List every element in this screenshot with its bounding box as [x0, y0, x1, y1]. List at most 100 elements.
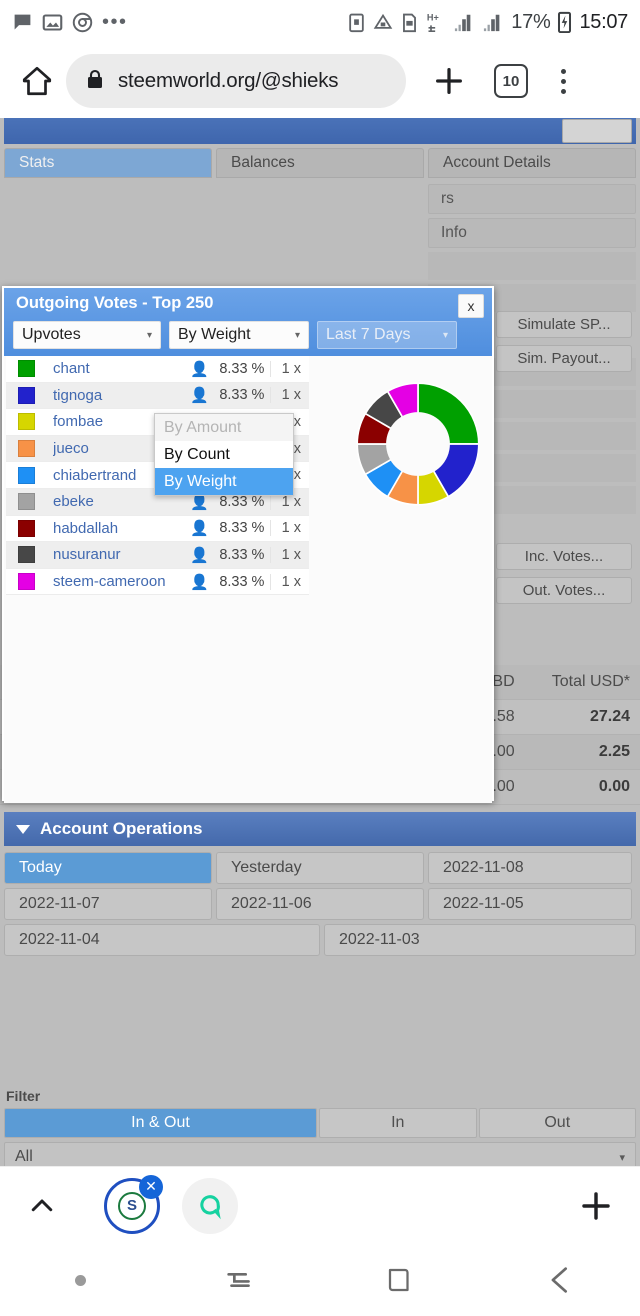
- image-icon: [42, 12, 63, 33]
- tab-balances[interactable]: Balances: [216, 148, 424, 178]
- row-total-usd: 0.00: [524, 769, 640, 805]
- list-item[interactable]: steem-cameroon 👤 8.33 % 1 x: [6, 568, 309, 596]
- dialog-filter-row: Upvotes ▾ By Weight ▾ Last 7 Days ▾: [13, 321, 457, 349]
- segment-label: In & Out: [131, 1114, 190, 1131]
- person-icon: 👤: [190, 546, 210, 564]
- out-votes-button[interactable]: Out. Votes...: [496, 577, 632, 604]
- tab-account-details[interactable]: Account Details: [428, 148, 636, 178]
- person-icon: 👤: [190, 360, 210, 378]
- new-tab-plus-icon[interactable]: [428, 60, 470, 102]
- tab-counter-button[interactable]: 10: [494, 64, 528, 98]
- date-chip-2022-11-05[interactable]: 2022-11-05: [428, 888, 632, 920]
- sort-mode-select[interactable]: By Weight ▾: [169, 321, 309, 349]
- browser-bottom-bar: S ✕: [0, 1166, 640, 1244]
- date-chip-label: 2022-11-05: [443, 895, 524, 912]
- voter-name[interactable]: tignoga: [53, 387, 188, 404]
- sort-mode-value: By Weight: [178, 326, 251, 343]
- url-text: steemworld.org/@shieks: [118, 69, 339, 92]
- date-chip-yesterday[interactable]: Yesterday: [216, 852, 424, 884]
- date-chip-2022-11-07[interactable]: 2022-11-07: [4, 888, 212, 920]
- date-chip-2022-11-03[interactable]: 2022-11-03: [324, 924, 636, 956]
- date-chip-label: Today: [19, 859, 62, 876]
- list-item[interactable]: chant 👤 8.33 % 1 x: [6, 356, 309, 383]
- inc-votes-button[interactable]: Inc. Votes...: [496, 543, 632, 570]
- overflow-dots-icon: •••: [102, 11, 128, 33]
- side-stripe: [428, 252, 636, 280]
- chevron-up-icon[interactable]: [22, 1191, 62, 1221]
- dialog-title: Outgoing Votes - Top 250: [16, 294, 214, 312]
- person-icon: 👤: [190, 387, 210, 405]
- chevron-down-icon: ▾: [294, 329, 300, 341]
- voter-name[interactable]: chant: [53, 360, 188, 377]
- back-arrow-icon[interactable]: [480, 1263, 640, 1297]
- voter-count: 1 x: [270, 360, 309, 377]
- segment-out[interactable]: Out: [478, 1108, 636, 1138]
- address-bar[interactable]: steemworld.org/@shieks: [66, 54, 406, 108]
- plus-icon[interactable]: [574, 1184, 618, 1228]
- side-row-followers[interactable]: rs: [428, 184, 636, 214]
- segment-in-and-out[interactable]: In & Out: [4, 1108, 317, 1138]
- chevron-down-icon: ▾: [619, 1151, 625, 1164]
- list-item[interactable]: nusuranur 👤 8.33 % 1 x: [6, 542, 309, 569]
- voter-percent: 8.33 %: [219, 520, 265, 537]
- home-square-icon[interactable]: [320, 1265, 480, 1295]
- tab-stats[interactable]: Stats: [4, 148, 212, 178]
- row-total-usd: 2.25: [524, 734, 640, 770]
- date-chip-2022-11-06[interactable]: 2022-11-06: [216, 888, 424, 920]
- chat-bubble-icon: [12, 12, 33, 33]
- operation-type-select[interactable]: All ▾: [4, 1142, 636, 1166]
- period-select[interactable]: Last 7 Days ▾: [317, 321, 457, 349]
- list-item[interactable]: habdallah 👤 8.33 % 1 x: [6, 515, 309, 543]
- site-header-bar: [4, 118, 636, 144]
- segment-in[interactable]: In: [319, 1108, 477, 1138]
- tab-count-label: 10: [502, 72, 520, 90]
- tab-thumbnail-steem[interactable]: S ✕: [104, 1174, 163, 1234]
- side-row-followers-label: rs: [441, 190, 454, 207]
- caret-down-icon: [16, 824, 30, 834]
- color-swatch: [18, 466, 35, 484]
- date-chip-2022-11-08[interactable]: 2022-11-08: [428, 852, 632, 884]
- side-row-info[interactable]: Info: [428, 218, 636, 248]
- simulate-sp-label: Simulate SP...: [517, 316, 611, 333]
- menu-item-label: By Count: [164, 445, 230, 463]
- overflow-menu-icon[interactable]: [550, 61, 576, 101]
- simulate-sp-button[interactable]: Simulate SP...: [496, 311, 632, 338]
- color-swatch: [18, 493, 35, 511]
- vote-type-select[interactable]: Upvotes ▾: [13, 321, 161, 349]
- sim-payout-button[interactable]: Sim. Payout...: [496, 345, 632, 372]
- brave-leo-icon: [200, 1194, 221, 1219]
- sim-payout-label: Sim. Payout...: [517, 350, 611, 367]
- account-operations-header[interactable]: Account Operations: [4, 812, 636, 846]
- date-chip-2022-11-04[interactable]: 2022-11-04: [4, 924, 320, 956]
- color-swatch: [18, 413, 35, 431]
- list-item[interactable]: tignoga 👤 8.33 % 1 x: [6, 382, 309, 410]
- color-swatch: [18, 546, 35, 564]
- data-saver-icon: [373, 12, 393, 33]
- account-operations-title: Account Operations: [40, 819, 203, 838]
- voter-count: 1 x: [270, 493, 309, 510]
- site-header-button[interactable]: [562, 119, 632, 143]
- filter-segmented-control: In & Out In Out: [4, 1108, 636, 1138]
- recents-icon[interactable]: [160, 1263, 320, 1297]
- close-icon[interactable]: x: [458, 294, 484, 318]
- close-circle-icon[interactable]: ✕: [139, 1174, 163, 1199]
- vote-type-value: Upvotes: [22, 326, 81, 343]
- menu-item-by-weight[interactable]: By Weight: [155, 468, 293, 495]
- voter-name[interactable]: nusuranur: [53, 546, 188, 563]
- filter-label: Filter: [6, 1088, 41, 1104]
- voter-name[interactable]: habdallah: [53, 520, 188, 537]
- voter-name[interactable]: steem-cameroon: [53, 573, 188, 590]
- date-chip-label: 2022-11-06: [231, 895, 312, 912]
- menu-item-by-amount[interactable]: By Amount: [155, 414, 293, 441]
- rewards-col-5: Total USD*: [524, 665, 640, 700]
- date-chip-label: 2022-11-04: [19, 931, 100, 948]
- tab-thumbnail-leo[interactable]: [182, 1177, 238, 1234]
- chevron-down-icon: ▾: [442, 329, 448, 341]
- person-icon: 👤: [190, 520, 210, 538]
- home-icon[interactable]: [14, 58, 60, 104]
- votes-donut-chart: [356, 382, 480, 506]
- date-chip-today[interactable]: Today: [4, 852, 212, 884]
- menu-item-by-count[interactable]: By Count: [155, 441, 293, 468]
- voter-percent: 8.33 %: [219, 387, 265, 404]
- date-row-1: Today Yesterday 2022-11-08: [4, 852, 636, 884]
